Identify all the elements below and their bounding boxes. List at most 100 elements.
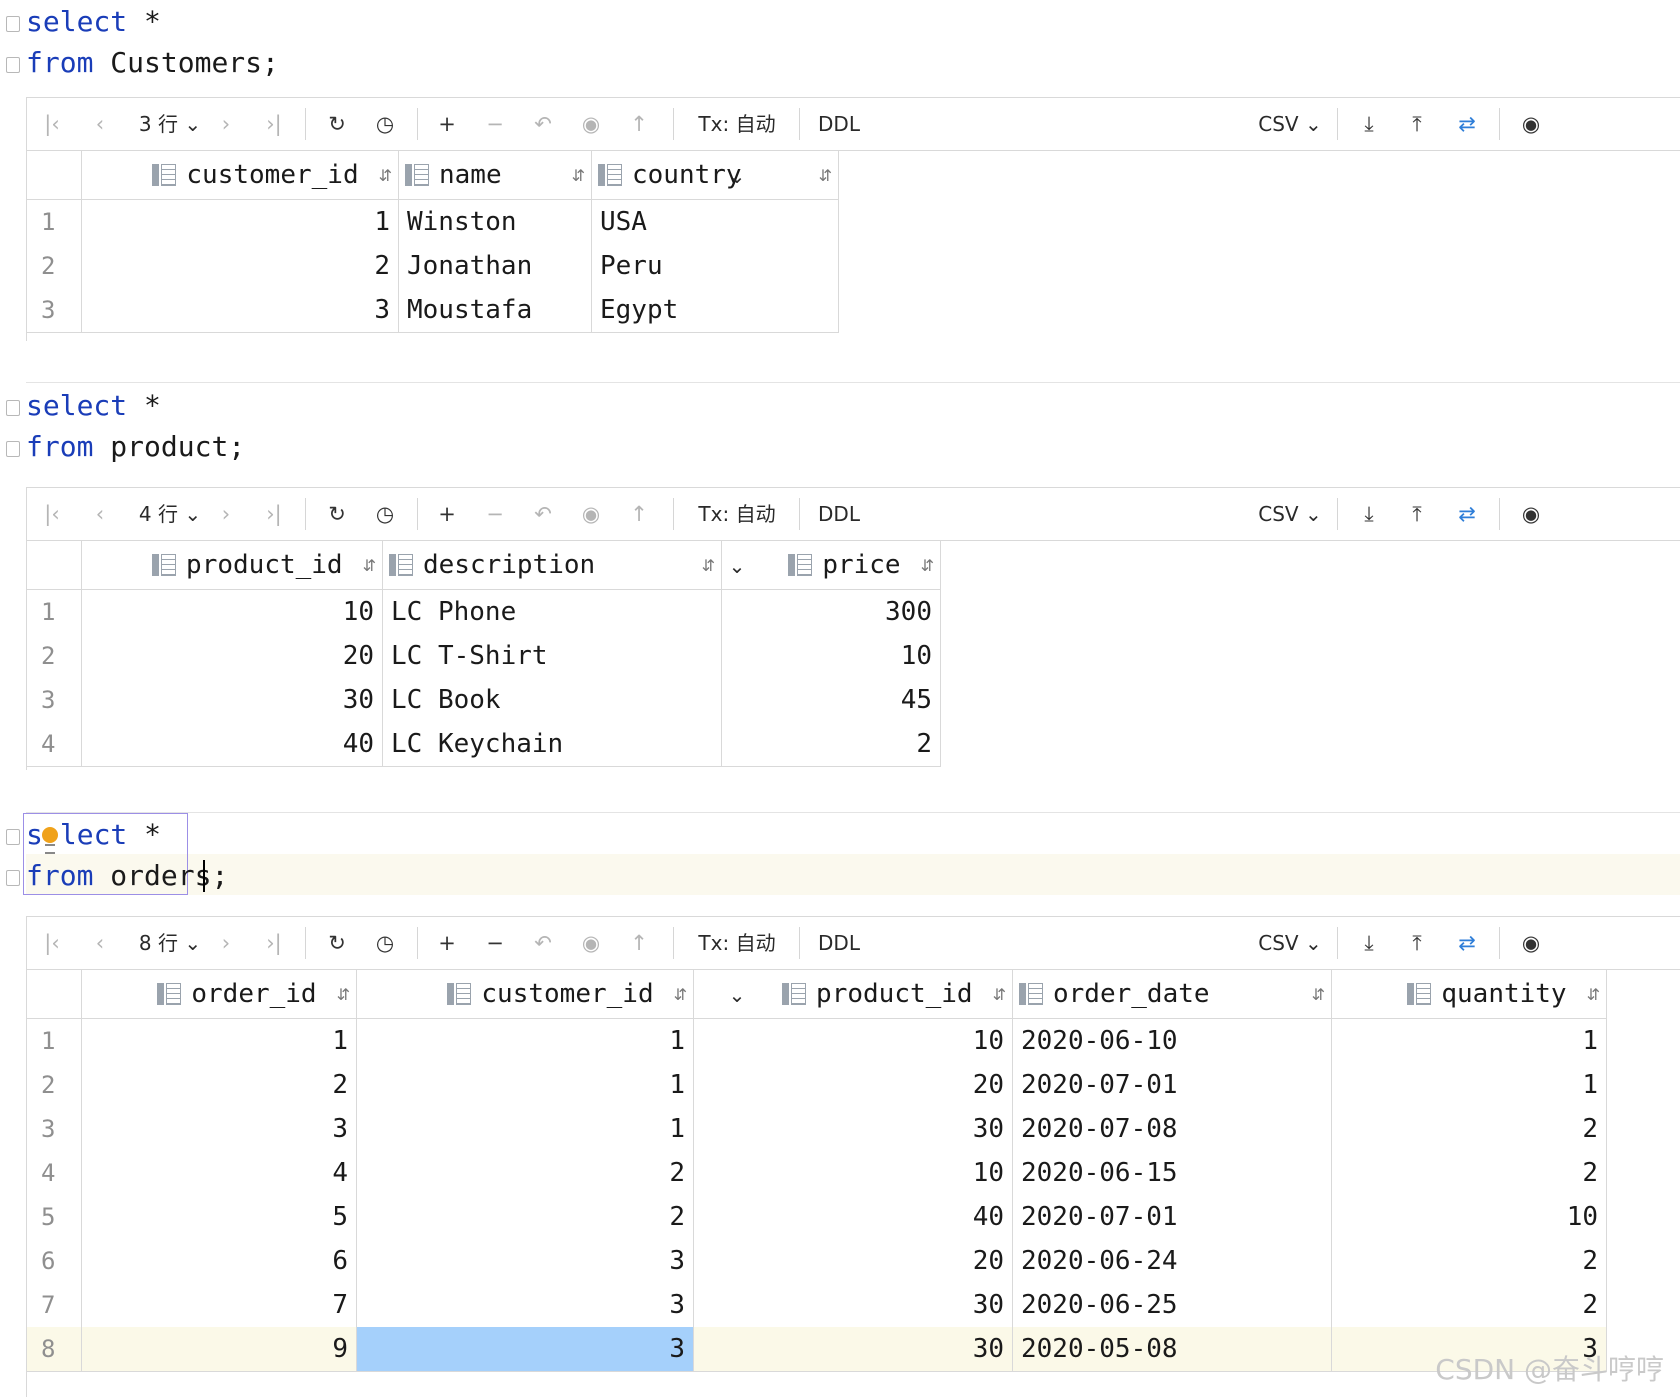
table-row[interactable]: 4 40 LC Keychain 2: [27, 722, 941, 767]
table-row[interactable]: 2 2 1 20 2020-07-01 1: [27, 1063, 1607, 1107]
sort-icon[interactable]: ⇵: [921, 556, 934, 575]
table-row[interactable]: 5 5 2 40 2020-07-01 10: [27, 1195, 1607, 1239]
fold-marker[interactable]: [6, 829, 20, 845]
sql-line-1[interactable]: select *: [26, 0, 161, 44]
selected-cell[interactable]: 3: [356, 1327, 694, 1372]
sort-icon[interactable]: ⇵: [337, 985, 350, 1004]
cell[interactable]: 5: [81, 1195, 357, 1239]
cell[interactable]: USA: [591, 199, 839, 244]
sql-line-2[interactable]: from Customers;: [26, 41, 279, 85]
row-count-dropdown[interactable]: 3 行 ⌄: [135, 98, 205, 150]
table-row[interactable]: 2 20 LC T-Shirt 10: [27, 634, 941, 678]
cell[interactable]: 1: [356, 1107, 694, 1151]
cell[interactable]: 45: [721, 678, 941, 722]
cell[interactable]: 40: [81, 722, 383, 767]
cell[interactable]: 2: [1331, 1151, 1607, 1195]
cell[interactable]: 1: [81, 199, 399, 244]
table-row[interactable]: 1 1 1 10 2020-06-10 1: [27, 1018, 1607, 1063]
column-header[interactable]: name ⇵: [398, 151, 592, 200]
cell[interactable]: 1: [1331, 1018, 1607, 1063]
table-row[interactable]: 3 3 1 30 2020-07-08 2: [27, 1107, 1607, 1151]
prev-page-icon[interactable]: ‹: [87, 98, 113, 150]
cell[interactable]: 2: [1331, 1283, 1607, 1327]
column-header[interactable]: customer_id ⇵: [81, 151, 399, 200]
column-header[interactable]: description ⇵: [382, 541, 722, 590]
next-page-icon[interactable]: ›: [213, 488, 239, 540]
cell[interactable]: 6: [81, 1239, 357, 1283]
cell[interactable]: 2: [81, 244, 399, 288]
table-row[interactable]: 6 6 3 20 2020-06-24 2: [27, 1239, 1607, 1283]
upload-icon[interactable]: ⤒: [1401, 488, 1433, 540]
column-header[interactable]: customer_id ⇵: [356, 970, 694, 1019]
ddl-button[interactable]: DDL: [811, 488, 867, 540]
cell[interactable]: 20: [81, 634, 383, 678]
refresh-icon[interactable]: ↻: [321, 488, 353, 540]
sort-icon[interactable]: ⇵: [1587, 985, 1600, 1004]
upload-icon[interactable]: ⤒: [1401, 917, 1433, 969]
fold-marker[interactable]: [6, 441, 20, 457]
cell[interactable]: 300: [721, 589, 941, 634]
sort-icon[interactable]: ⇵: [379, 166, 392, 185]
view-eye-icon[interactable]: ◉: [1513, 98, 1549, 150]
tx-mode-dropdown[interactable]: Tx: 自动 ⌄: [687, 917, 787, 1007]
sql-line-1[interactable]: select *: [26, 384, 161, 428]
cell[interactable]: 2020-05-08: [1012, 1327, 1332, 1372]
table-row[interactable]: 2 2 Jonathan Peru: [27, 244, 839, 288]
cell[interactable]: 3: [81, 288, 399, 333]
cell[interactable]: 40: [693, 1195, 1013, 1239]
preview-changes-icon[interactable]: ◉: [575, 98, 607, 150]
cell[interactable]: 3: [81, 1107, 357, 1151]
cell[interactable]: 10: [721, 634, 941, 678]
cell[interactable]: 2020-06-15: [1012, 1151, 1332, 1195]
first-page-icon[interactable]: |‹: [39, 98, 65, 150]
last-page-icon[interactable]: ›|: [259, 488, 289, 540]
add-row-icon[interactable]: +: [431, 488, 463, 540]
sort-icon[interactable]: ⇵: [702, 556, 715, 575]
table-row[interactable]: 4 4 2 10 2020-06-15 2: [27, 1151, 1607, 1195]
fold-marker[interactable]: [6, 16, 20, 32]
revert-icon[interactable]: ↶: [527, 917, 559, 969]
cell[interactable]: 20: [693, 1063, 1013, 1107]
cell[interactable]: 10: [693, 1151, 1013, 1195]
table-row[interactable]: 7 7 3 30 2020-06-25 2: [27, 1283, 1607, 1327]
revert-icon[interactable]: ↶: [527, 98, 559, 150]
ddl-button[interactable]: DDL: [811, 917, 867, 969]
download-icon[interactable]: ⤓: [1353, 917, 1385, 969]
cell[interactable]: 3: [356, 1283, 694, 1327]
cell[interactable]: 2: [81, 1063, 357, 1107]
download-icon[interactable]: ⤓: [1353, 98, 1385, 150]
table-row-current[interactable]: 8 9 3 30 2020-05-08 3: [27, 1327, 1607, 1372]
fold-marker[interactable]: [6, 870, 20, 886]
submit-up-arrow-icon[interactable]: ↑: [623, 488, 655, 540]
cell[interactable]: 30: [693, 1327, 1013, 1372]
cell[interactable]: 2: [1331, 1239, 1607, 1283]
view-eye-icon[interactable]: ◉: [1513, 917, 1549, 969]
cell[interactable]: 4: [81, 1151, 357, 1195]
cell[interactable]: 2020-07-01: [1012, 1063, 1332, 1107]
cell[interactable]: 1: [1331, 1063, 1607, 1107]
sort-icon[interactable]: ⇵: [819, 166, 832, 185]
history-clock-icon[interactable]: ◷: [369, 917, 401, 969]
table-row[interactable]: 3 30 LC Book 45: [27, 678, 941, 722]
cell[interactable]: 2020-07-01: [1012, 1195, 1332, 1239]
download-icon[interactable]: ⤓: [1353, 488, 1385, 540]
sql-line-2[interactable]: from product;: [26, 425, 245, 469]
cell[interactable]: LC Keychain: [382, 722, 722, 767]
history-clock-icon[interactable]: ◷: [369, 488, 401, 540]
cell[interactable]: Peru: [591, 244, 839, 288]
prev-page-icon[interactable]: ‹: [87, 917, 113, 969]
tx-mode-dropdown[interactable]: Tx: 自动 ⌄: [687, 488, 787, 578]
cell[interactable]: 2: [721, 722, 941, 767]
cell[interactable]: 30: [693, 1283, 1013, 1327]
remove-row-icon[interactable]: −: [479, 917, 511, 969]
sort-icon[interactable]: ⇵: [993, 985, 1006, 1004]
next-page-icon[interactable]: ›: [213, 917, 239, 969]
last-page-icon[interactable]: ›|: [259, 917, 289, 969]
row-count-dropdown[interactable]: 4 行 ⌄: [135, 488, 205, 540]
cell[interactable]: 20: [693, 1239, 1013, 1283]
cell[interactable]: 3: [356, 1239, 694, 1283]
first-page-icon[interactable]: |‹: [39, 488, 65, 540]
export-format-dropdown[interactable]: CSV ⌄: [1255, 488, 1325, 540]
cell[interactable]: Winston: [398, 199, 592, 244]
add-row-icon[interactable]: +: [431, 98, 463, 150]
